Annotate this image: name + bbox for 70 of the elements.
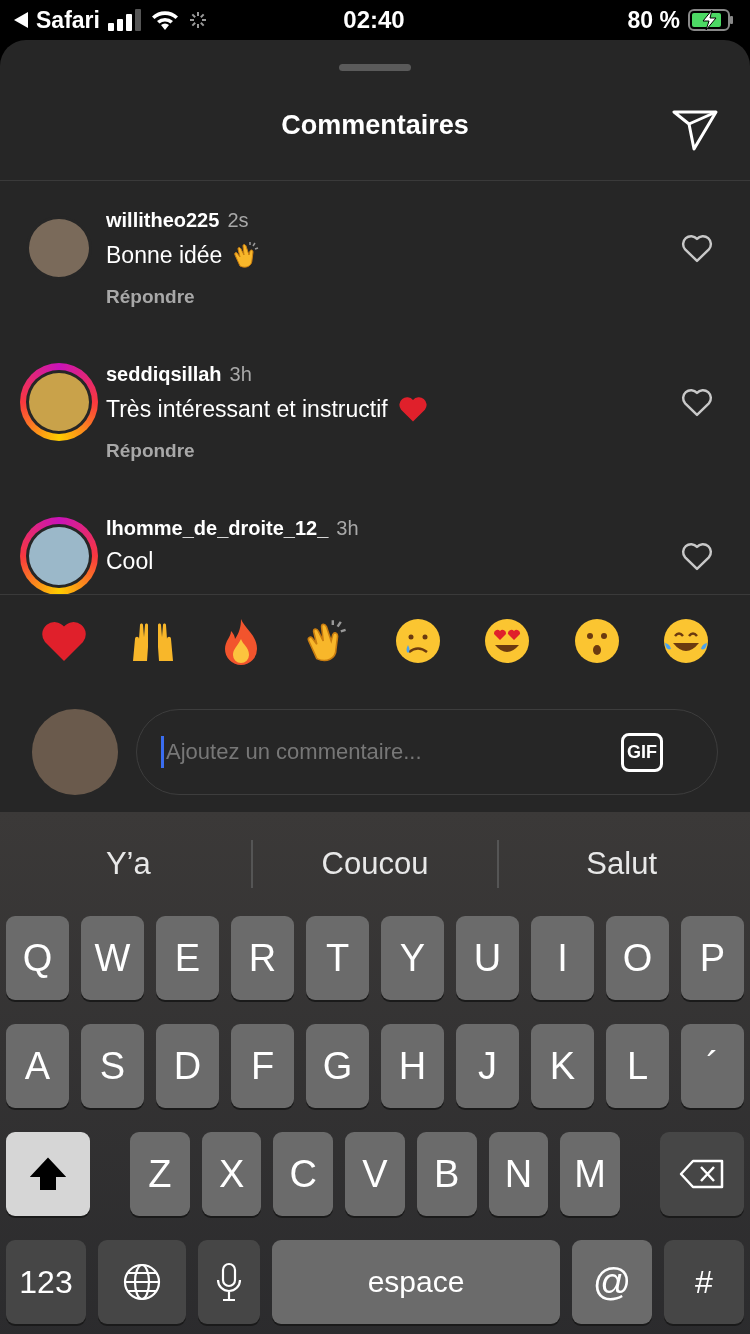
laughing-tears-face-icon[interactable] xyxy=(661,617,710,665)
reply-link[interactable]: Répondre xyxy=(106,440,195,462)
word-suggestion[interactable]: Y’a xyxy=(6,840,251,888)
keyboard-key[interactable]: ´ xyxy=(681,1024,744,1108)
comment-time: 3h xyxy=(336,517,359,540)
keyboard-key[interactable]: G xyxy=(306,1024,369,1108)
word-suggestion[interactable]: Coucou xyxy=(250,840,498,888)
reply-link[interactable]: Répondre xyxy=(106,286,195,308)
keyboard-key[interactable]: S xyxy=(81,1024,144,1108)
avatar-placeholder[interactable] xyxy=(26,524,92,588)
heart-icon xyxy=(397,394,428,424)
username[interactable]: seddiqsillah xyxy=(106,363,222,386)
globe-icon xyxy=(122,1262,162,1302)
keyboard-key[interactable]: H xyxy=(381,1024,444,1108)
keyboard-key[interactable]: N xyxy=(488,1132,549,1216)
globe-key[interactable] xyxy=(98,1240,186,1324)
keyboard-key[interactable]: A xyxy=(6,1024,69,1108)
keyboard-key[interactable]: V xyxy=(345,1132,405,1216)
username[interactable]: lhomme_de_droite_12_ xyxy=(106,517,329,540)
keyboard-key[interactable]: F xyxy=(231,1024,294,1108)
keyboard-key[interactable]: D xyxy=(156,1024,219,1108)
wifi-icon xyxy=(149,9,180,31)
keyboard-key[interactable]: L xyxy=(606,1024,669,1108)
keyboard-key[interactable]: M xyxy=(560,1132,621,1216)
comment-text: Cool xyxy=(106,548,154,575)
comment-time: 3h xyxy=(229,363,252,386)
keyboard-key[interactable]: J xyxy=(456,1024,519,1108)
sheet-title: Commentaires xyxy=(281,110,469,141)
keyboard-key[interactable]: Q xyxy=(6,916,69,1000)
keyboard-key[interactable]: R xyxy=(231,916,294,1000)
keyboard-key[interactable]: K xyxy=(531,1024,594,1108)
keyboard-key[interactable]: @ xyxy=(572,1240,652,1324)
keyboard-key[interactable]: E xyxy=(156,916,219,1000)
keyboard-key[interactable]: W xyxy=(81,916,144,1000)
username[interactable]: willitheo225 xyxy=(106,209,220,232)
backspace-key[interactable] xyxy=(660,1132,745,1216)
paper-plane-icon xyxy=(672,109,718,151)
keyboard-key[interactable]: B xyxy=(416,1132,477,1216)
keyboard-key[interactable]: U xyxy=(456,916,519,1000)
loading-spinner-icon xyxy=(187,10,208,30)
shift-arrow-icon xyxy=(30,1157,66,1191)
signal-icon xyxy=(107,9,142,31)
keyboard-key[interactable]: # xyxy=(664,1240,744,1324)
battery-percentage: 80 % xyxy=(627,6,680,34)
space-key[interactable]: espace xyxy=(272,1240,560,1324)
keyboard-key[interactable]: 123 xyxy=(6,1240,86,1324)
keyboard-key[interactable]: Z xyxy=(130,1132,190,1216)
back-app-label[interactable]: Safari xyxy=(36,6,100,34)
keyboard-key[interactable]: P xyxy=(681,916,744,1000)
keyboard-key[interactable]: I xyxy=(531,916,594,1000)
microphone-icon xyxy=(216,1262,242,1302)
gif-button[interactable]: GIF xyxy=(621,732,663,772)
microphone-key[interactable] xyxy=(198,1240,260,1324)
back-arrow-icon[interactable] xyxy=(14,12,28,28)
keyboard-key[interactable]: Y xyxy=(381,916,444,1000)
crying-face-icon[interactable] xyxy=(393,617,442,665)
comment-text: Très intéressant et instructif xyxy=(106,395,388,423)
keyboard-key[interactable]: T xyxy=(306,916,369,1000)
shift-key[interactable] xyxy=(6,1132,90,1216)
surprised-face-icon[interactable] xyxy=(572,617,621,665)
avatar-placeholder[interactable] xyxy=(26,370,92,434)
heart-eyes-face-icon[interactable] xyxy=(483,617,532,665)
backspace-icon xyxy=(679,1159,726,1189)
status-time: 02:40 xyxy=(343,6,405,34)
comment-time: 2s xyxy=(227,209,249,232)
comment-text: Bonne idée xyxy=(106,241,223,269)
keyboard-key[interactable]: C xyxy=(273,1132,334,1216)
word-suggestion[interactable]: Salut xyxy=(497,840,744,888)
keyboard-key[interactable]: O xyxy=(606,916,669,1000)
keyboard-key[interactable]: X xyxy=(201,1132,262,1216)
